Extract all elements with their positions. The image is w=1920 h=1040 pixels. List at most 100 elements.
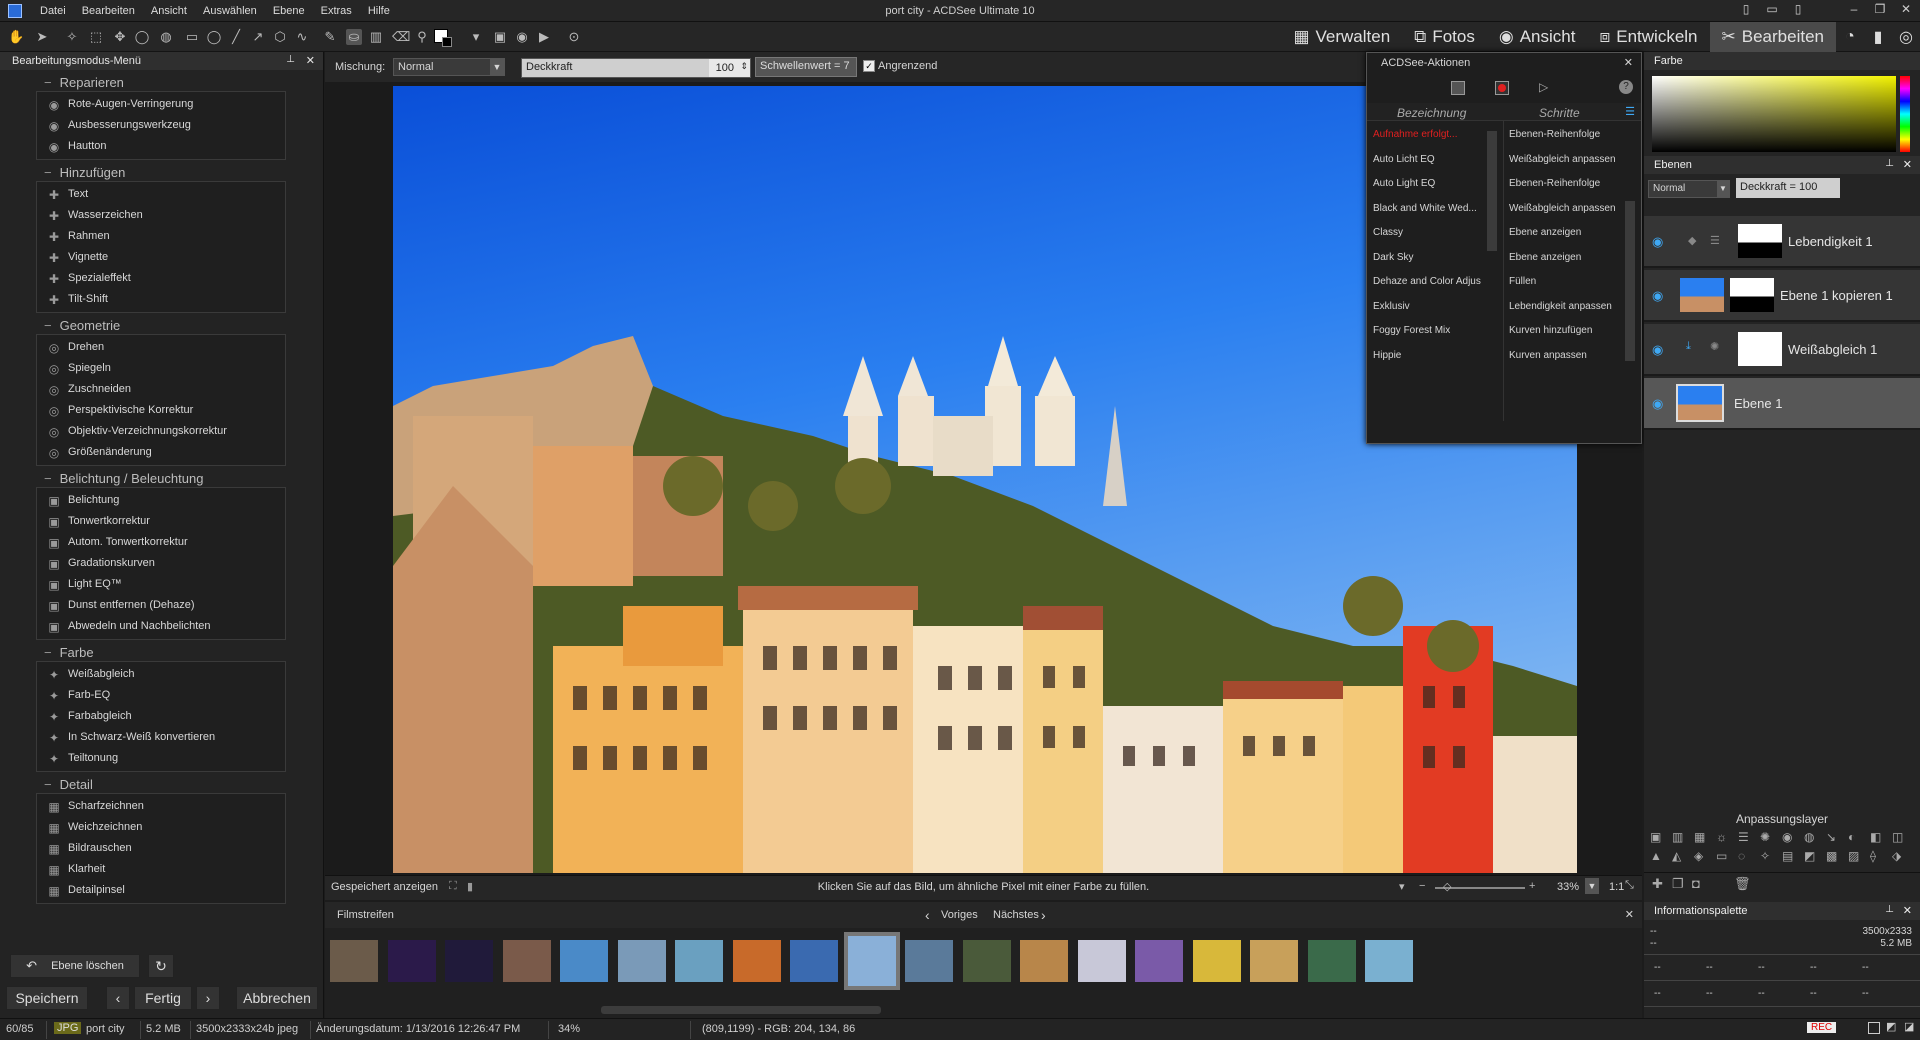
panel-left-icon[interactable]: ▯ — [1738, 2, 1754, 18]
group-title[interactable]: − Farbe — [44, 644, 323, 661]
eye-icon[interactable]: ◉ — [1652, 342, 1663, 358]
restore-icon[interactable]: ❐ — [1872, 2, 1888, 18]
color-picker[interactable] — [1652, 76, 1896, 152]
background-color-swatch[interactable] — [442, 37, 452, 47]
menu-item[interactable]: ◎ Objektiv-Verzeichnungskorrektur — [37, 421, 285, 442]
group-title[interactable]: − Geometrie — [44, 317, 323, 334]
line-icon[interactable]: ╱ — [228, 29, 244, 45]
chevron-left-icon[interactable]: ‹ — [925, 907, 930, 923]
filmstrip-thumbnail[interactable] — [445, 940, 493, 982]
adjustment-icon[interactable]: ▩ — [1826, 849, 1837, 863]
menu-item[interactable]: ▣ Autom. Tonwertkorrektur — [37, 532, 285, 553]
cloud-eye-icon[interactable]: ◎ — [1892, 22, 1920, 52]
layer-row[interactable]: ◉ Ebene 1 kopieren 1 — [1644, 270, 1920, 322]
menu-item[interactable]: ✚ Rahmen — [37, 226, 285, 247]
adjustment-icon[interactable]: ▨ — [1848, 849, 1859, 863]
collapse-icon[interactable]: − — [44, 318, 52, 333]
mask-icon[interactable]: ◘ — [1692, 876, 1700, 891]
action-step[interactable]: Füllen — [1509, 276, 1536, 287]
adjustment-icon[interactable]: ↘ — [1826, 830, 1836, 844]
zoom-thumb[interactable]: ◇ — [1443, 880, 1451, 893]
group-title[interactable]: − Belichtung / Beleuchtung — [44, 470, 323, 487]
collapse-icon[interactable]: − — [44, 75, 52, 90]
eye-icon[interactable]: ◉ — [1652, 234, 1663, 250]
adjustment-icon[interactable]: ▤ — [1782, 849, 1793, 863]
fullscreen-icon[interactable]: ⛶ — [449, 880, 457, 893]
menu-auswaehlen[interactable]: Auswählen — [195, 5, 265, 17]
smart-select-icon[interactable]: ⬚ — [88, 29, 104, 45]
menu-hilfe[interactable]: Hilfe — [360, 5, 398, 17]
close-icon[interactable]: ✕ — [1624, 56, 1633, 69]
link-icon[interactable]: ◆ — [1688, 234, 1696, 247]
action-name[interactable]: Foggy Forest Mix — [1373, 325, 1450, 336]
menu-ebene[interactable]: Ebene — [265, 5, 313, 17]
menu-item[interactable]: ◉ Rote-Augen-Verringerung — [37, 94, 285, 115]
scrollbar[interactable] — [1487, 131, 1497, 251]
adjustment-icon[interactable]: ◭ — [1672, 849, 1681, 863]
mode-fotos[interactable]: ⧉ Fotos — [1402, 22, 1487, 52]
menu-item[interactable]: ◉ Ausbesserungswerkzeug — [37, 115, 285, 136]
filmstrip-thumbnail[interactable] — [843, 932, 900, 990]
filmstrip-thumbnail[interactable] — [1192, 940, 1241, 982]
mode-ansicht[interactable]: ◉ Ansicht — [1487, 22, 1588, 52]
adjustment-icon[interactable]: ◌ — [1738, 849, 1745, 863]
adjustment-icon[interactable]: ✺ — [1760, 830, 1770, 844]
mask-rect-icon[interactable]: ▣ — [492, 29, 508, 45]
blend-select[interactable]: Normal ▼ — [393, 58, 505, 76]
mask-circle-icon[interactable]: ◉ — [514, 29, 530, 45]
hand-icon[interactable]: ✋ — [8, 29, 24, 45]
close-icon[interactable]: ✕ — [1903, 158, 1912, 171]
done-button[interactable]: Fertig — [134, 986, 192, 1010]
fill-bucket-icon[interactable]: ⛀ — [346, 29, 362, 45]
menu-item[interactable]: ✦ In Schwarz-Weiß konvertieren — [37, 727, 285, 748]
layer-row[interactable]: ◉ ⤓ ✺ Weißabgleich 1 — [1644, 324, 1920, 376]
ellipse-select-icon[interactable]: ◯ — [206, 29, 222, 45]
record-button[interactable] — [1495, 81, 1509, 95]
duplicate-layer-icon[interactable]: ❐ — [1672, 876, 1684, 892]
menu-item[interactable]: ▣ Light EQ™ — [37, 574, 285, 595]
menu-item[interactable]: ◎ Drehen — [37, 337, 285, 358]
menu-item[interactable]: ▦ Detailpinsel — [37, 880, 285, 901]
pin-icon[interactable]: ⊥ — [286, 54, 295, 65]
menu-item[interactable]: ▣ Belichtung — [37, 490, 285, 511]
collapse-icon[interactable]: − — [44, 777, 52, 792]
filmstrip-thumbnail[interactable] — [1020, 940, 1068, 982]
threshold-field[interactable]: Schwellenwert = 7 — [755, 57, 857, 77]
scrollbar[interactable] — [1625, 201, 1635, 361]
fit-icon[interactable]: ⤡ — [1625, 879, 1634, 892]
dashboard-icon[interactable]: ▮ — [1864, 22, 1892, 52]
menu-item[interactable]: ▣ Gradationskurven — [37, 553, 285, 574]
action-icon[interactable]: ⊙ — [566, 29, 582, 45]
minimize-icon[interactable]: – — [1846, 2, 1862, 18]
group-title[interactable]: − Hinzufügen — [44, 164, 323, 181]
filmstrip-thumbnail[interactable] — [790, 940, 838, 982]
add-layer-icon[interactable]: ✚ — [1652, 876, 1663, 892]
menu-item[interactable]: ▣ Tonwertkorrektur — [37, 511, 285, 532]
filmstrip-thumbnail[interactable] — [330, 940, 378, 982]
filmstrip-thumbnail[interactable] — [1307, 940, 1356, 982]
menu-datei[interactable]: Datei — [32, 5, 74, 17]
eye-icon[interactable]: ◉ — [1652, 288, 1663, 304]
eraser-icon[interactable]: ⌫ — [392, 29, 410, 45]
minus-icon[interactable]: − — [1419, 880, 1425, 892]
save-button[interactable]: Speichern — [6, 986, 88, 1010]
adjust-icon[interactable]: ☰ — [1710, 234, 1720, 247]
menu-item[interactable]: ◎ Zuschneiden — [37, 379, 285, 400]
menu-bearbeiten[interactable]: Bearbeiten — [74, 5, 143, 17]
adjustment-icon[interactable]: ◐ — [1848, 830, 1855, 844]
white-balance-icon[interactable]: ✺ — [1710, 340, 1719, 353]
gradient-icon[interactable]: ▥ — [368, 29, 384, 45]
action-name[interactable]: Aufnahme erfolgt... — [1373, 129, 1458, 140]
action-step[interactable]: Ebene anzeigen — [1509, 252, 1581, 263]
filmstrip-thumbnail[interactable] — [675, 940, 723, 982]
layer-blend-select[interactable]: Normal ▼ — [1648, 180, 1730, 198]
select-arrow-icon[interactable]: ➤ — [34, 29, 50, 45]
menu-item[interactable]: ◉ Hautton — [37, 136, 285, 157]
curve-icon[interactable]: ∿ — [294, 29, 310, 45]
menu-item[interactable]: ✚ Vignette — [37, 247, 285, 268]
close-icon[interactable]: ✕ — [1625, 908, 1634, 921]
menu-item[interactable]: ✚ Tilt-Shift — [37, 289, 285, 310]
mode-bearbeiten[interactable]: ✂ Bearbeiten — [1709, 22, 1836, 52]
layer-row[interactable]: ◉ ◆ ☰ Lebendigkeit 1 — [1644, 216, 1920, 268]
stop-icon[interactable] — [1451, 81, 1465, 95]
